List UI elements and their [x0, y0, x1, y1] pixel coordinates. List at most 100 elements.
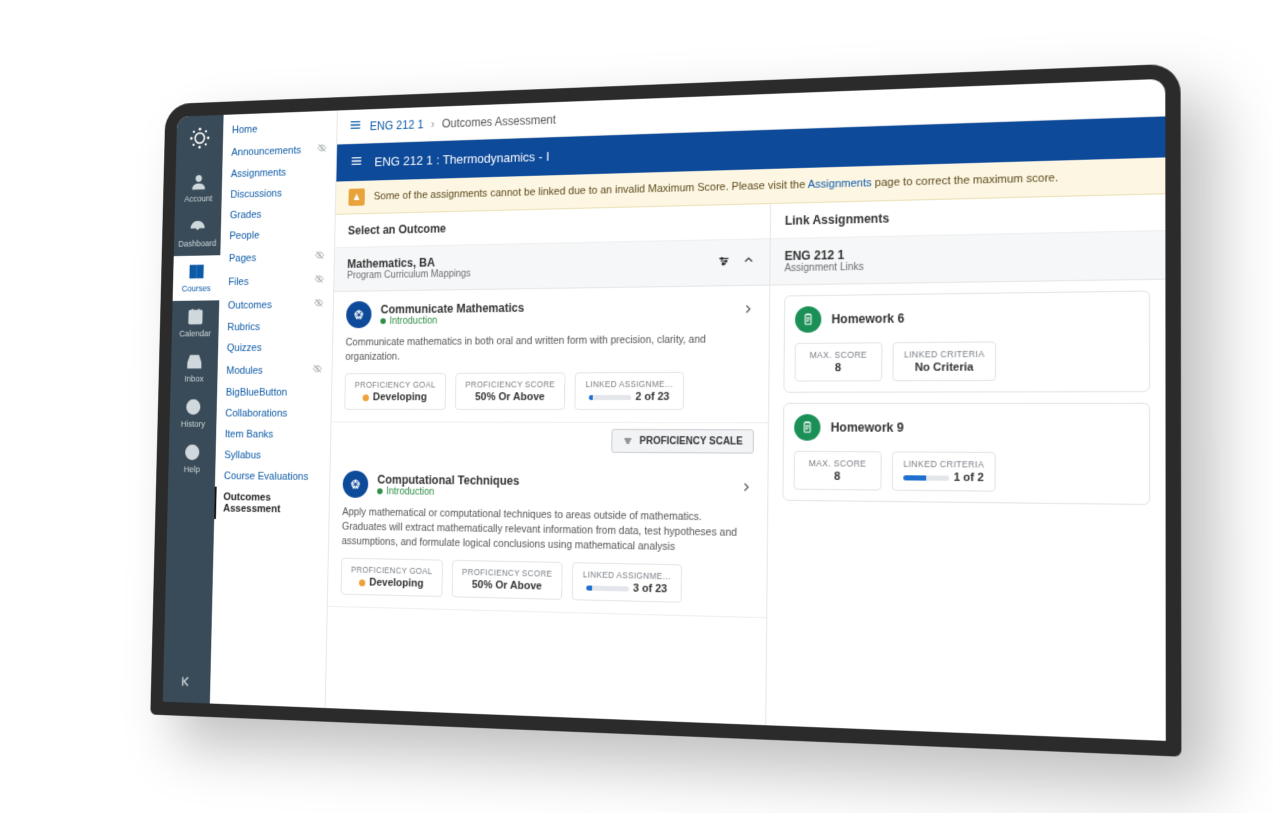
- chevron-right-icon[interactable]: [739, 479, 753, 496]
- chevron-right-icon[interactable]: [740, 301, 754, 318]
- breadcrumb-sep: ›: [430, 116, 434, 130]
- course-nav-item[interactable]: Announcements: [222, 137, 336, 164]
- outcomes-header-title: Select an Outcome: [347, 221, 445, 237]
- rail-courses[interactable]: Courses: [172, 255, 220, 301]
- outcome-icon: [345, 301, 371, 328]
- inbox-icon: [184, 351, 204, 372]
- stat-value: No Criteria: [903, 361, 984, 374]
- course-nav-item[interactable]: Rubrics: [218, 315, 332, 337]
- course-nav-item[interactable]: Files: [219, 268, 333, 294]
- course-nav-item[interactable]: Assignments: [221, 160, 335, 184]
- canvas-logo[interactable]: [185, 122, 213, 153]
- warning-link[interactable]: Assignments: [807, 177, 871, 191]
- rail-dashboard[interactable]: Dashboard: [173, 210, 221, 256]
- rail-label: Calendar: [179, 328, 211, 338]
- main-area: ENG 212 1 › Outcomes Assessment ENG 212 …: [325, 78, 1165, 740]
- max-score-box: MAX. SCORE 8: [794, 342, 882, 381]
- rail-label: Dashboard: [178, 238, 216, 248]
- course-nav-item[interactable]: Item Banks: [215, 424, 330, 445]
- rail-inbox[interactable]: Inbox: [170, 345, 218, 390]
- stat-value: Developing: [350, 576, 432, 590]
- course-nav-label: Grades: [229, 209, 261, 221]
- stat-label: PROFICIENCY SCORE: [465, 379, 555, 389]
- rail-calendar[interactable]: Calendar: [171, 300, 219, 346]
- sliders-icon: [621, 435, 633, 447]
- course-nav-item[interactable]: Quizzes: [217, 337, 331, 359]
- stat-label: LINKED ASSIGNME…: [585, 379, 673, 389]
- assignments-header-title: Link Assignments: [784, 211, 888, 228]
- rail-history[interactable]: History: [169, 390, 217, 435]
- course-nav-label: Pages: [228, 252, 256, 264]
- collapse-icon[interactable]: [741, 252, 755, 271]
- course-nav-label: BigBlueButton: [225, 386, 287, 398]
- outcome-card[interactable]: Computational Techniques Introduction Ap…: [327, 461, 767, 618]
- breadcrumb-course[interactable]: ENG 212 1: [369, 117, 423, 132]
- program-subheader: Mathematics, BA Program Curriculum Mappi…: [334, 239, 769, 292]
- assignments-subheader: ENG 212 1 Assignment Links: [770, 231, 1165, 285]
- outcome-title: Computational Techniques: [377, 472, 519, 487]
- stat-label: LINKED ASSIGNME…: [582, 569, 670, 581]
- laptop-frame: Account Dashboard Courses Calendar Inbox: [87, 82, 1187, 732]
- course-nav-item[interactable]: Pages: [219, 244, 333, 270]
- stat-label: LINKED CRITERIA: [903, 348, 984, 359]
- course-nav-item[interactable]: People: [220, 223, 334, 246]
- course-nav-label: Home: [231, 123, 257, 135]
- rail-label: Inbox: [184, 373, 203, 382]
- rail-help[interactable]: ? Help: [168, 436, 216, 482]
- assignment-card[interactable]: Homework 6 MAX. SCORE 8 LINKED CRITERIA …: [783, 290, 1150, 392]
- course-nav-label: Syllabus: [224, 449, 261, 461]
- stat-label: MAX. SCORE: [805, 349, 870, 360]
- assignment-card[interactable]: Homework 9 MAX. SCORE 8 LINKED CRITERIA …: [782, 402, 1150, 504]
- screen-bezel: Account Dashboard Courses Calendar Inbox: [150, 63, 1181, 756]
- outcome-description: Communicate mathematics in both oral and…: [345, 332, 755, 364]
- filter-icon[interactable]: [715, 253, 731, 272]
- linked-criteria-box: LINKED CRITERIA 1 of 2: [891, 451, 995, 491]
- stat-value: 8: [805, 361, 870, 374]
- outcomes-panel: Select an Outcome Mathematics, BA Progra…: [325, 204, 770, 725]
- course-nav-label: Discussions: [230, 187, 282, 200]
- assignments-panel: Link Assignments ENG 212 1 Assignment Li…: [766, 194, 1166, 741]
- rail-label: Account: [184, 193, 212, 203]
- stat-label: PROFICIENCY SCORE: [461, 567, 551, 579]
- collapse-icon: [178, 672, 194, 690]
- book-icon: [186, 261, 205, 282]
- max-score-box: MAX. SCORE 8: [793, 450, 881, 490]
- rail-account[interactable]: Account: [174, 165, 222, 211]
- rail-label: Help: [183, 464, 199, 474]
- outcome-card[interactable]: Communicate Mathematics Introduction Com…: [331, 285, 769, 423]
- stat-value: 8: [804, 470, 869, 483]
- course-nav-label: Assignments: [230, 167, 285, 180]
- hidden-eye-icon: [311, 362, 322, 376]
- course-nav-item[interactable]: BigBlueButton: [216, 382, 331, 403]
- stat-label: PROFICIENCY GOAL: [354, 380, 435, 390]
- course-nav-item[interactable]: Collaborations: [216, 403, 331, 424]
- stat-label: PROFICIENCY GOAL: [350, 565, 431, 576]
- course-nav-item[interactable]: Discussions: [221, 181, 335, 205]
- rail-collapse-button[interactable]: [162, 662, 210, 703]
- stat-label: LINKED CRITERIA: [903, 458, 984, 469]
- hidden-eye-icon: [313, 273, 324, 287]
- outcome-title: Communicate Mathematics: [380, 300, 524, 315]
- course-nav-item[interactable]: Grades: [221, 202, 335, 226]
- course-nav-label: Modules: [226, 364, 263, 376]
- proficiency-score-box: PROFICIENCY SCORE 50% Or Above: [451, 560, 563, 600]
- warning-icon: ▲: [348, 188, 365, 206]
- help-icon: ?: [182, 441, 202, 462]
- course-nav-item[interactable]: Course Evaluations: [214, 465, 329, 487]
- course-nav-item[interactable]: Outcomes Assessment: [214, 486, 329, 520]
- course-nav-item[interactable]: Syllabus: [215, 444, 330, 466]
- course-nav-label: Outcomes Assessment: [223, 491, 320, 515]
- proficiency-scale-button[interactable]: PROFICIENCY SCALE: [611, 429, 754, 454]
- stat-label: MAX. SCORE: [804, 458, 869, 469]
- proficiency-goal-box: PROFICIENCY GOAL Developing: [344, 373, 446, 410]
- progress-bar: [589, 394, 631, 399]
- course-nav-item[interactable]: Outcomes: [218, 292, 332, 317]
- hidden-eye-icon: [313, 296, 324, 310]
- hamburger-icon[interactable]: [349, 153, 364, 172]
- breadcrumb-current: Outcomes Assessment: [441, 112, 555, 130]
- program-subtitle: Program Curriculum Mappings: [346, 268, 470, 281]
- proficiency-scale-label: PROFICIENCY SCALE: [639, 435, 742, 447]
- outcome-tag: Introduction: [377, 486, 519, 498]
- course-nav-item[interactable]: Modules: [217, 358, 332, 382]
- hamburger-icon[interactable]: [348, 117, 363, 136]
